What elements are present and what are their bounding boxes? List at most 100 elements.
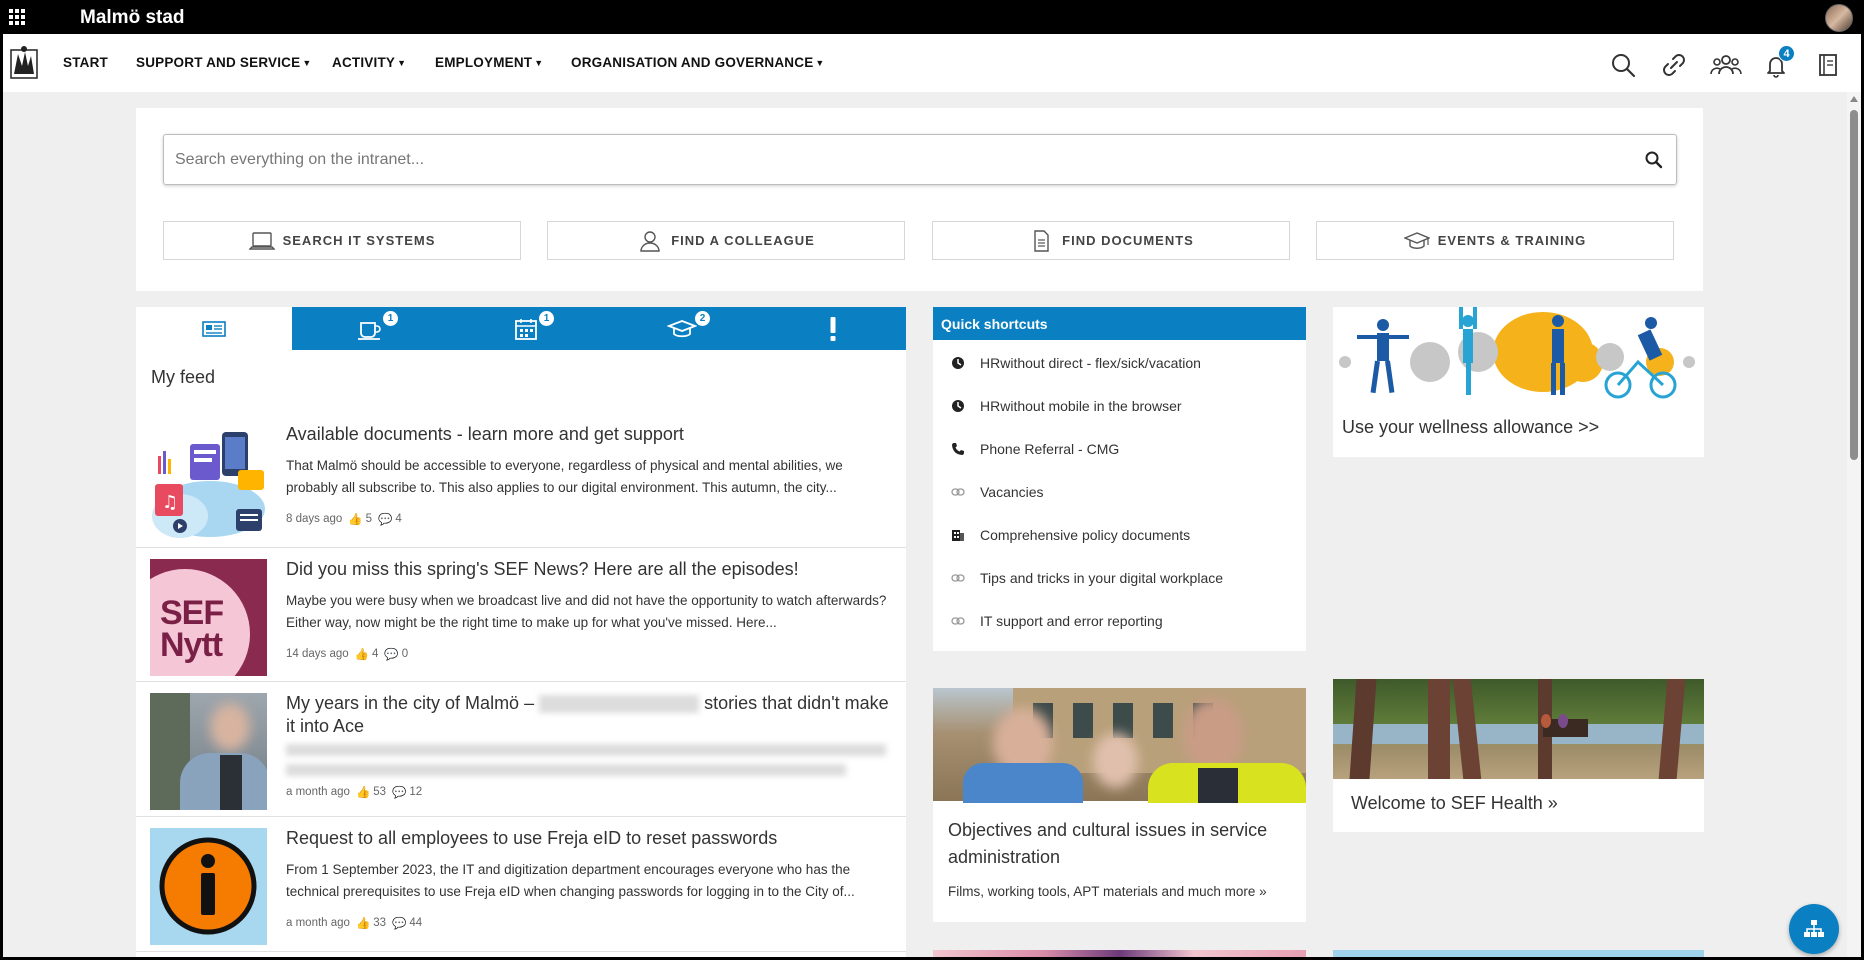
tab-calendar-badge: 1 (538, 310, 555, 327)
feed-tabs: 1 1 2 (136, 307, 906, 350)
feed-item-thumbnail: SEF Nytt (150, 559, 267, 676)
likes-count[interactable]: 👍 33 (356, 916, 386, 930)
tab-calendar[interactable]: 1 (448, 307, 604, 350)
tab-training[interactable]: 2 (604, 307, 760, 350)
nav-employment[interactable]: EMPLOYMENT ▼ (435, 55, 543, 70)
notifications-button[interactable]: 4 (1761, 45, 1795, 80)
sitemap-button[interactable] (1789, 904, 1839, 954)
comments-count[interactable]: 💬 4 (378, 512, 402, 526)
tab-news[interactable] (136, 307, 292, 350)
people-icon[interactable] (1709, 50, 1743, 80)
malmo-logo-icon[interactable] (9, 44, 39, 80)
shortcut-hr-mobile[interactable]: HRwithout mobile in the browser (933, 391, 1306, 421)
comments-count[interactable]: 💬 12 (392, 785, 422, 799)
feed-title: My feed (151, 367, 216, 387)
objectives-card-subtitle[interactable]: Films, working tools, APT materials and … (948, 884, 1267, 899)
search-it-systems-button[interactable]: SEARCH IT SYSTEMS (163, 221, 521, 260)
clock-icon (948, 396, 968, 416)
building-icon (948, 525, 968, 545)
feed-item-meta: a month ago 👍 53 💬 12 (286, 785, 422, 799)
next-card-peek (933, 950, 1306, 957)
sitemap-icon (1804, 920, 1824, 937)
find-documents-label: FIND DOCUMENTS (1062, 233, 1194, 248)
link-icon (948, 482, 968, 502)
comments-icon: 💬 (392, 787, 407, 799)
tab-coffee[interactable]: 1 (292, 307, 448, 350)
comments-count[interactable]: 💬 44 (392, 916, 422, 930)
likes-count[interactable]: 👍 4 (355, 647, 379, 661)
shortcut-vacancies[interactable]: Vacancies (933, 477, 1306, 507)
feed-item[interactable]: My years in the city of Malmö – stories … (136, 682, 906, 817)
feed-item-title[interactable]: Available documents - learn more and get… (286, 423, 896, 446)
objectives-photo (933, 688, 1306, 803)
phone-icon (948, 439, 968, 459)
nav-activity[interactable]: ACTIVITY ▼ (332, 55, 406, 70)
shortcut-policy-documents[interactable]: Comprehensive policy documents (933, 520, 1306, 550)
events-and-training-button[interactable]: EVENTS & TRAINING (1316, 221, 1674, 260)
page-scrollbar[interactable] (1847, 92, 1861, 957)
feed-item-title[interactable]: Did you miss this spring's SEF News? Her… (286, 558, 896, 581)
search-icon[interactable] (1608, 50, 1638, 80)
feed-item-title[interactable]: Request to all employees to use Freja eI… (286, 827, 896, 850)
link-icon[interactable] (1659, 50, 1689, 80)
nav-start[interactable]: START (63, 55, 108, 70)
feed-item[interactable]: SEF Nytt Did you miss this spring's SEF … (136, 548, 906, 682)
thumbs-up-icon: 👍 (355, 918, 371, 930)
caret-down-icon: ▼ (302, 58, 312, 68)
intranet-search-input[interactable] (164, 135, 1676, 184)
tab-important[interactable] (760, 307, 906, 350)
objectives-card-title[interactable]: Objectives and cultural issues in servic… (948, 817, 1288, 871)
shortcut-label: Comprehensive policy documents (980, 527, 1191, 543)
comments-icon: 💬 (392, 918, 407, 930)
app-launcher-icon[interactable] (9, 9, 25, 25)
browser-viewport: Malmö stad START SUPPORT AND SERVICE ▼ AC… (3, 2, 1861, 957)
shortcut-phone-referral[interactable]: Phone Referral - CMG (933, 434, 1306, 464)
graduation-cap-icon (667, 319, 697, 337)
feed-item-age: 8 days ago (286, 513, 343, 525)
sef-health-card-title[interactable]: Welcome to SEF Health » (1351, 793, 1558, 814)
feed-item-excerpt: From 1 September 2023, the IT and digiti… (286, 862, 855, 899)
scroll-up-icon[interactable] (1850, 96, 1858, 102)
nav-organisation-and-governance[interactable]: ORGANISATION AND GOVERNANCE ▼ (571, 55, 825, 70)
shortcut-hr-direct[interactable]: HRwithout direct - flex/sick/vacation (933, 348, 1306, 378)
brand-name[interactable]: Malmö stad (80, 7, 185, 29)
newspaper-icon (202, 320, 226, 337)
feed-item-excerpt: Maybe you were busy when we broadcast li… (286, 593, 887, 630)
calendar-icon (515, 318, 537, 340)
sef-health-card[interactable]: Welcome to SEF Health » (1333, 679, 1704, 832)
feed-item[interactable]: Request to all employees to use Freja eI… (136, 817, 906, 952)
person-icon (640, 230, 660, 252)
feed-item-thumbnail: ♫ (150, 424, 267, 541)
feed-item-title[interactable]: My years in the city of Malmö – stories … (286, 692, 896, 738)
scrollbar-thumb[interactable] (1850, 110, 1858, 460)
find-a-colleague-label: FIND A COLLEAGUE (671, 233, 815, 248)
notebook-icon[interactable] (1813, 50, 1843, 80)
search-submit-icon[interactable] (1644, 150, 1664, 170)
wellness-card-title[interactable]: Use your wellness allowance >> (1342, 417, 1599, 438)
comments-count[interactable]: 💬 0 (384, 647, 408, 661)
feed-item-age: a month ago (286, 786, 350, 798)
feed-item-meta: 8 days ago 👍 5 💬 4 (286, 512, 402, 526)
caret-down-icon: ▼ (534, 58, 544, 68)
shortcut-label: HRwithout mobile in the browser (980, 398, 1182, 414)
search-panel: SEARCH IT SYSTEMS FIND A COLLEAGUE FIND … (136, 108, 1703, 291)
find-documents-button[interactable]: FIND DOCUMENTS (932, 221, 1290, 260)
likes-count[interactable]: 👍 53 (356, 785, 386, 799)
feed-item-excerpt-redacted (286, 742, 896, 776)
nav-support-and-service[interactable]: SUPPORT AND SERVICE ▼ (136, 55, 311, 70)
shortcut-tips-and-tricks[interactable]: Tips and tricks in your digital workplac… (933, 563, 1306, 593)
wellness-card[interactable]: Use your wellness allowance >> (1333, 307, 1704, 457)
find-a-colleague-button[interactable]: FIND A COLLEAGUE (547, 221, 905, 260)
thumbs-up-icon: 👍 (355, 787, 371, 799)
likes-count[interactable]: 👍 5 (348, 512, 372, 526)
graduation-cap-icon (1403, 231, 1430, 249)
objectives-card[interactable]: Objectives and cultural issues in servic… (933, 688, 1306, 922)
laptop-icon (248, 231, 275, 250)
user-avatar[interactable] (1825, 4, 1853, 32)
shortcut-label: Phone Referral - CMG (980, 441, 1120, 457)
shortcut-it-support[interactable]: IT support and error reporting (933, 606, 1306, 636)
feed-item[interactable]: ♫ Available documents - learn more and g… (136, 413, 906, 548)
events-and-training-label: EVENTS & TRAINING (1437, 233, 1587, 248)
tab-coffee-badge: 1 (382, 310, 399, 327)
feed-item-thumbnail (150, 693, 267, 810)
